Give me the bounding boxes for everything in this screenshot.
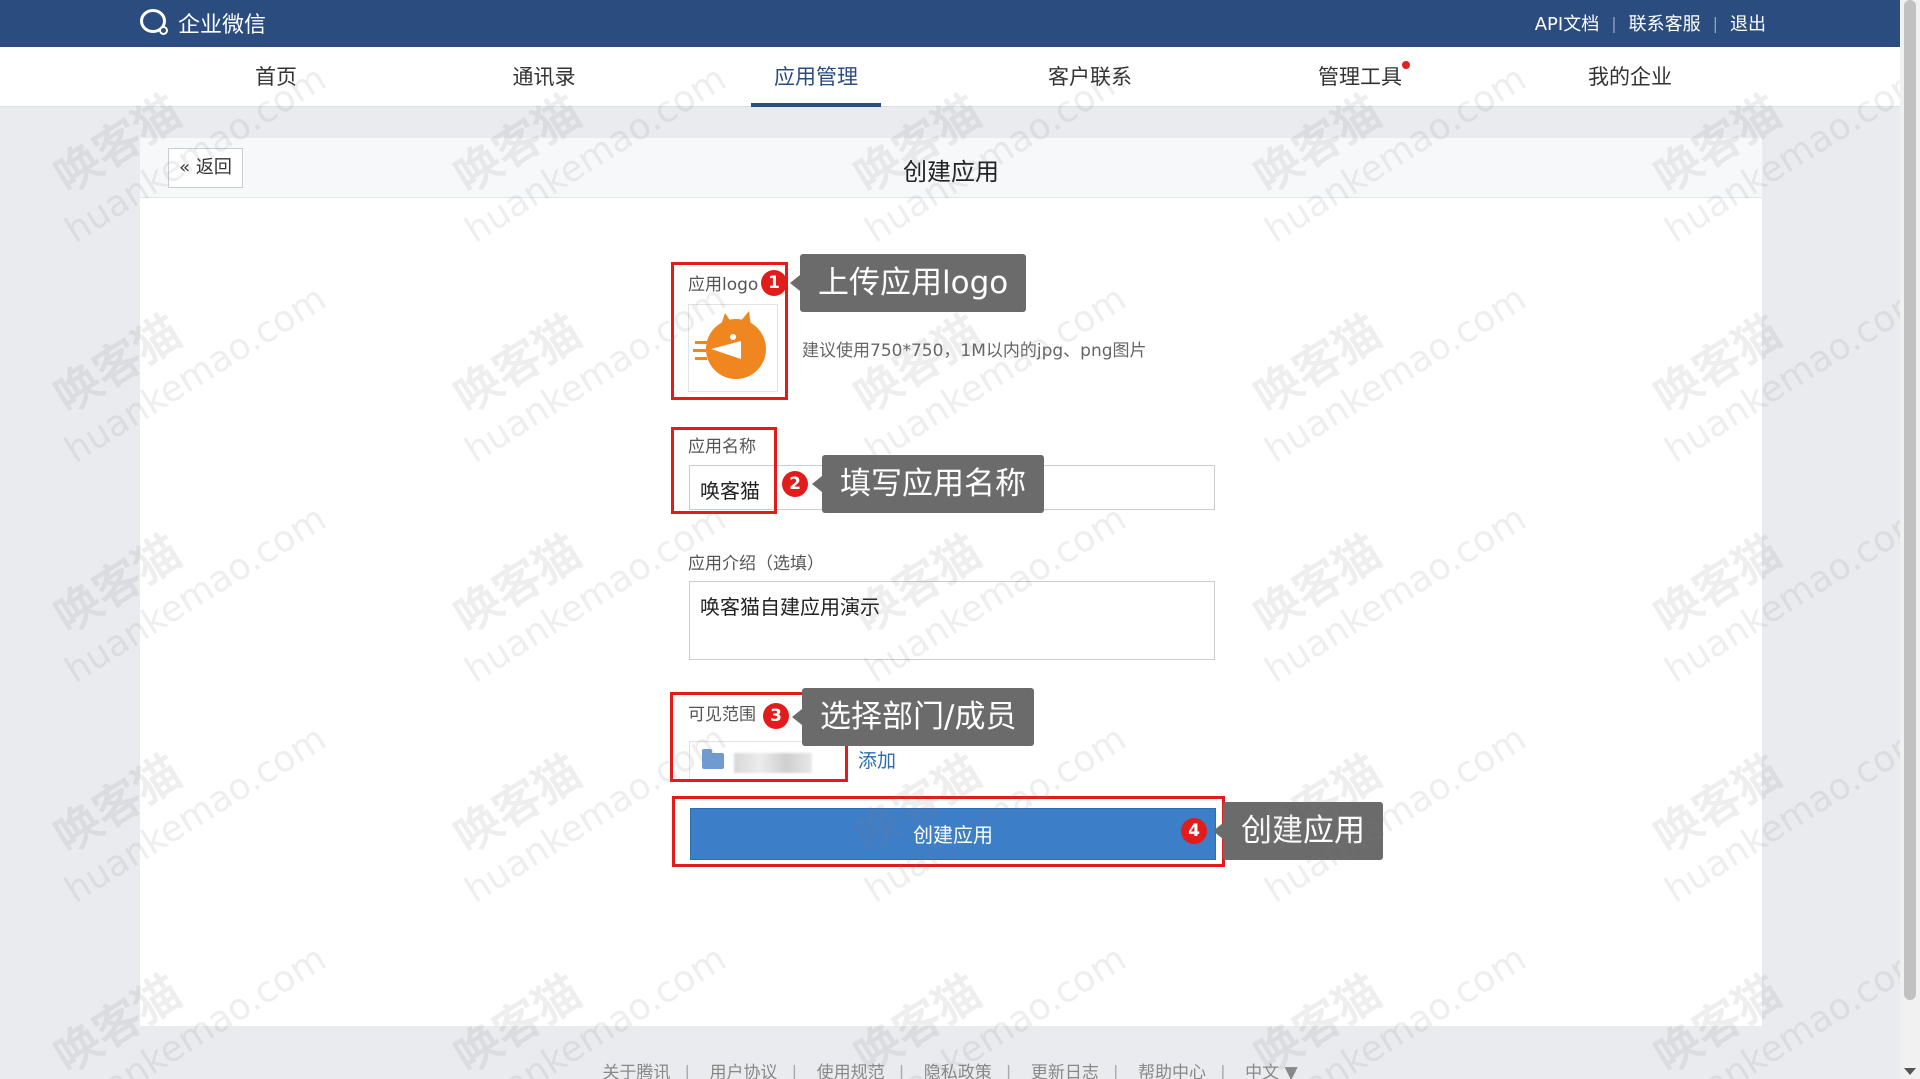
footer: 关于腾讯 | 用户协议 | 使用规范 | 隐私政策 | 更新日志 | 帮助中心 | 中文 ▼: [0, 1058, 1900, 1079]
tab-contacts[interactable]: 通讯录: [504, 47, 584, 107]
footer-terms-link[interactable]: 用户协议: [709, 1063, 777, 1079]
tab-management-tools[interactable]: 管理工具: [1310, 47, 1410, 107]
top-links: API文档 | 联系客服 | 退出: [1535, 10, 1766, 36]
contact-support-link[interactable]: 联系客服: [1629, 10, 1701, 36]
card-header: « 返回 创建应用: [140, 138, 1762, 198]
footer-help-link[interactable]: 帮助中心: [1138, 1063, 1206, 1079]
footer-about-link[interactable]: 关于腾讯: [602, 1063, 670, 1079]
logo-hint: 建议使用750*750，1M以内的jpg、png图片: [802, 341, 1147, 361]
annotation-badge-2: 2: [782, 471, 808, 497]
add-scope-link[interactable]: 添加: [858, 746, 896, 773]
footer-privacy-link[interactable]: 隐私政策: [924, 1063, 992, 1079]
top-bar: 企业微信 API文档 | 联系客服 | 退出: [0, 0, 1900, 47]
wecom-logo[interactable]: 企业微信: [140, 8, 266, 38]
tab-customer-contact[interactable]: 客户联系: [1040, 47, 1140, 107]
app-intro-label: 应用介绍（选填）: [688, 554, 824, 574]
brand-name: 企业微信: [178, 13, 267, 38]
tab-home[interactable]: 首页: [236, 47, 316, 107]
annotation-badge-3: 3: [763, 703, 789, 729]
vertical-scrollbar[interactable]: [1900, 0, 1920, 1079]
page-title: 创建应用: [903, 158, 999, 186]
annotation-badge-4: 4: [1181, 818, 1207, 844]
divider: |: [1712, 13, 1718, 33]
language-selector[interactable]: 中文 ▼: [1245, 1063, 1297, 1079]
main-nav: 首页 通讯录 应用管理 客户联系 管理工具 我的企业: [0, 47, 1900, 107]
notification-dot: [1402, 61, 1410, 69]
callout-create-app: 创建应用: [1213, 802, 1383, 860]
scroll-down-arrow-icon[interactable]: [1904, 1068, 1916, 1075]
annotation-badge-1: 1: [761, 270, 787, 296]
footer-rules-link[interactable]: 使用规范: [817, 1063, 885, 1079]
app-intro-textarea[interactable]: 唤客猫自建应用演示: [689, 581, 1215, 660]
tab-my-enterprise[interactable]: 我的企业: [1580, 47, 1680, 107]
scrollbar-thumb[interactable]: [1904, 0, 1916, 1000]
chat-bubble-icon: [140, 9, 170, 37]
footer-changelog-link[interactable]: 更新日志: [1031, 1063, 1099, 1079]
tab-app-management[interactable]: 应用管理: [751, 47, 881, 107]
callout-upload-logo: 上传应用logo: [789, 254, 1027, 312]
callout-select-scope: 选择部门/成员: [791, 688, 1035, 746]
callout-fill-name: 填写应用名称: [812, 455, 1044, 513]
api-docs-link[interactable]: API文档: [1535, 10, 1599, 36]
divider: |: [1611, 13, 1617, 33]
annotation-box-create: [672, 796, 1225, 867]
logout-link[interactable]: 退出: [1730, 10, 1766, 36]
annotation-box-name: [671, 427, 777, 514]
